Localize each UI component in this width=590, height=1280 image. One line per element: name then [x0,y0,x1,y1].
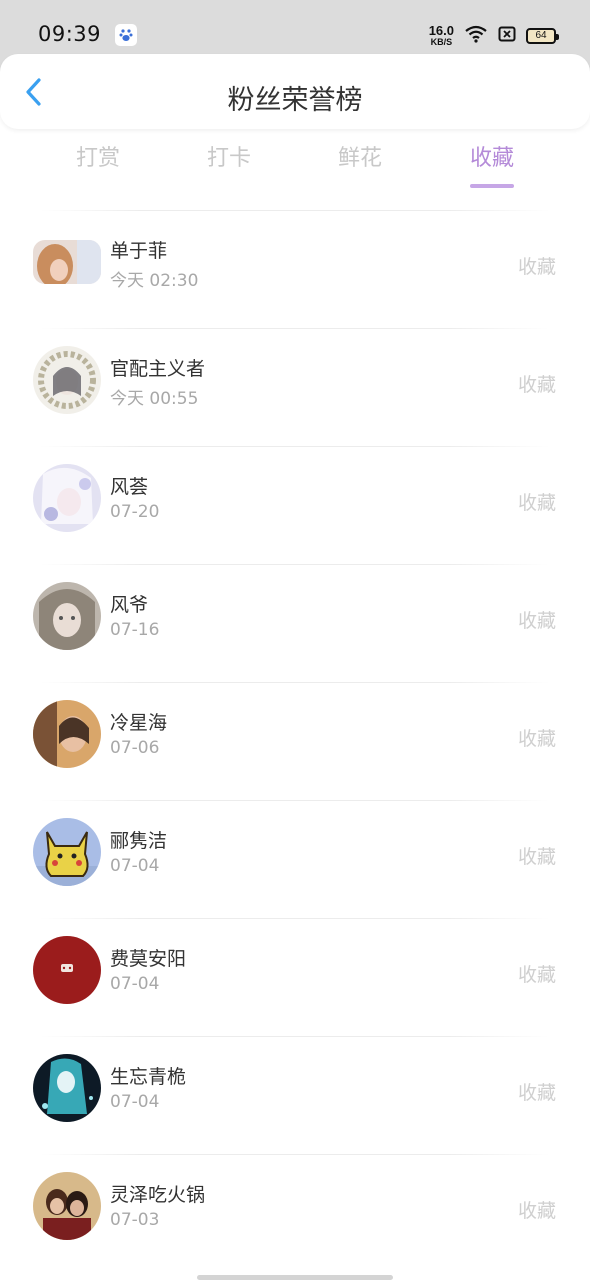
list-item[interactable]: 风荟 07-20 收藏 [0,446,590,564]
status-indicators: 16.0 KB/S 64 [429,24,559,47]
action-label: 收藏 [517,964,556,986]
divider [40,682,550,683]
avatar[interactable] [33,240,101,284]
timestamp: 07-16 [110,620,160,640]
action-label: 收藏 [517,1200,556,1222]
avatar[interactable] [33,818,101,886]
baidu-app-icon [115,24,138,46]
action-label: 收藏 [517,728,556,750]
tab-shoucang[interactable]: 收藏 [442,140,542,192]
avatar[interactable] [33,700,101,768]
network-speed-unit: KB/S [430,37,453,47]
status-time: 09:39 [38,22,102,46]
avatar[interactable] [33,936,101,1004]
timestamp: 07-04 [110,1092,160,1112]
tab-label: 鲜花 [337,146,382,171]
fan-list: 单于菲 今天 02:30 收藏 官配主义者 今天 00:55 收藏 风荟 07-… [0,210,590,1272]
divider [40,800,550,801]
tab-daka[interactable]: 打卡 [179,140,279,192]
list-item[interactable]: 费莫安阳 07-04 收藏 [0,918,590,1036]
timestamp: 07-04 [110,856,160,876]
list-item[interactable]: 生忘青桅 07-04 收藏 [0,1036,590,1154]
user-name: 生忘青桅 [110,1066,187,1088]
tab-xianhua[interactable]: 鲜花 [310,140,410,192]
header-bar: 粉丝荣誉榜 [0,54,590,129]
user-name: 郦隽洁 [110,830,168,852]
list-item[interactable]: 单于菲 今天 02:30 收藏 [0,210,590,328]
list-item[interactable]: 郦隽洁 07-04 收藏 [0,800,590,918]
avatar[interactable] [33,1054,101,1122]
network-speed: 16.0 KB/S [429,24,454,47]
action-label: 收藏 [517,374,556,396]
avatar[interactable] [33,1172,101,1240]
network-speed-value: 16.0 [428,23,454,38]
user-name: 单于菲 [110,240,168,262]
tab-label: 收藏 [469,146,514,171]
tab-bar: 打赏 打卡 鲜花 收藏 [0,140,590,196]
timestamp: 07-03 [110,1210,160,1230]
action-label: 收藏 [517,1082,556,1104]
divider [40,564,550,565]
tab-active-indicator [470,184,514,188]
user-name: 冷星海 [110,712,168,734]
action-label: 收藏 [517,492,556,514]
timestamp: 07-20 [110,502,160,522]
list-item[interactable]: 冷星海 07-06 收藏 [0,682,590,800]
tab-dashang[interactable]: 打赏 [48,140,148,192]
page-title: 粉丝荣誉榜 [227,85,363,116]
list-item[interactable]: 官配主义者 今天 00:55 收藏 [0,328,590,446]
tab-label: 打赏 [75,146,120,171]
avatar[interactable] [33,464,101,532]
action-label: 收藏 [517,256,556,278]
wifi-icon [464,25,488,47]
user-name: 风爷 [110,594,149,616]
list-item[interactable]: 风爷 07-16 收藏 [0,564,590,682]
timestamp: 07-06 [110,738,160,758]
tab-label: 打卡 [206,146,251,171]
divider [40,1154,550,1155]
divider [40,1036,550,1037]
battery-icon: 64 [526,27,559,44]
avatar[interactable] [33,346,101,414]
divider [40,328,550,329]
action-label: 收藏 [517,846,556,868]
list-item[interactable]: 灵泽吃火锅 07-03 收藏 [0,1154,590,1272]
user-name: 灵泽吃火锅 [110,1184,206,1206]
divider [40,918,550,919]
action-label: 收藏 [517,610,556,632]
user-name: 官配主义者 [110,358,206,380]
sim-card-icon [498,26,516,46]
user-name: 费莫安阳 [110,948,187,970]
timestamp: 07-04 [110,974,160,994]
avatar[interactable] [33,582,101,650]
home-indicator[interactable] [197,1275,393,1280]
timestamp: 今天 00:55 [110,389,199,409]
timestamp: 今天 02:30 [110,271,199,291]
divider [40,446,550,447]
user-name: 风荟 [110,476,149,498]
divider [40,210,550,211]
